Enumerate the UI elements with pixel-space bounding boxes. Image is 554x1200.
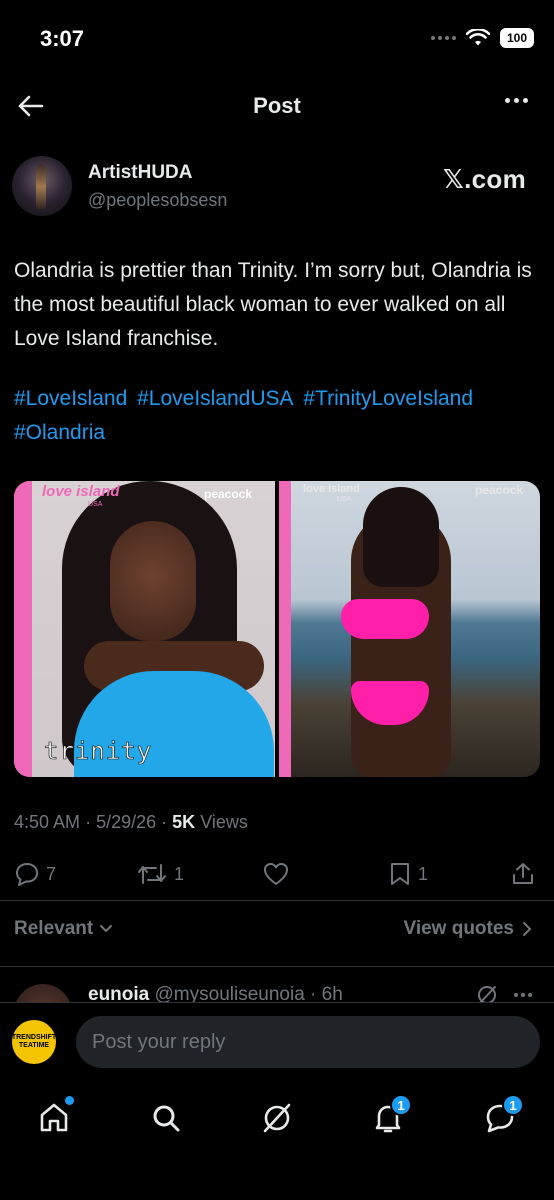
love-island-logo: love island (42, 483, 120, 500)
page-title: Post (253, 93, 301, 118)
chevron-right-icon (523, 922, 532, 936)
post-time: 4:50 AM (14, 812, 81, 832)
peacock-logo: peacock (204, 487, 253, 501)
heart-icon (264, 863, 288, 885)
bookmark-icon (391, 863, 409, 885)
reply-count: 7 (46, 863, 57, 884)
grok-icon (263, 1103, 291, 1133)
comment-icon (16, 863, 38, 886)
battery-icon: 100 (500, 28, 534, 48)
nav-messages[interactable]: 1 (476, 1094, 524, 1142)
post-meta: 4:50 AM · 5/29/26 · 5K Views (14, 812, 248, 832)
home-unread-dot (65, 1096, 74, 1105)
chevron-down-icon (100, 925, 113, 933)
view-quotes-label: View quotes (403, 918, 514, 939)
hashtag-list: #LoveIsland #LoveIslandUSA #TrinityLoveI… (14, 382, 544, 450)
x-com-watermark: 𝕏.com (442, 164, 526, 194)
author-avatar[interactable] (12, 156, 72, 216)
image-caption: trinity (44, 737, 153, 766)
post-image-trinity[interactable]: love island USA peacock trinity (14, 481, 275, 777)
divider (0, 966, 554, 967)
bottom-nav: 1 1 (0, 1080, 554, 1200)
love-island-logo: love island (303, 483, 360, 495)
sort-relevant-dropdown[interactable]: Relevant (14, 918, 113, 940)
divider (0, 900, 554, 901)
nav-home[interactable] (30, 1094, 78, 1142)
hashtag-link[interactable]: #LoveIsland (14, 387, 127, 410)
author-name[interactable]: ArtistHUDA (88, 162, 193, 184)
view-quotes-link[interactable]: View quotes (403, 918, 532, 940)
hashtag-link[interactable]: #TrinityLoveIsland (303, 387, 473, 410)
author-handle[interactable]: @peoplesobsesn (88, 190, 227, 211)
love-island-logo-sub: USA (337, 496, 352, 503)
nav-notifications[interactable]: 1 (364, 1094, 412, 1142)
post-date: 5/29/26 (96, 812, 157, 832)
messages-badge: 1 (502, 1094, 524, 1116)
sort-label: Relevant (14, 918, 94, 939)
search-icon (153, 1105, 180, 1132)
my-avatar[interactable]: TRENDSHIFT TEATIME (12, 1020, 56, 1064)
reply-button[interactable]: 7 (14, 852, 56, 896)
repost-count: 1 (174, 863, 185, 884)
hashtag-link[interactable]: #LoveIslandUSA (137, 387, 293, 410)
action-bar: 7 1 1 (0, 852, 554, 896)
views-count: 5K (172, 812, 196, 832)
more-options-button[interactable] (505, 98, 528, 103)
share-icon (513, 863, 533, 884)
bookmark-count: 1 (418, 863, 429, 884)
home-icon (40, 1103, 68, 1132)
bookmark-button[interactable]: 1 (388, 852, 428, 896)
notifications-badge: 1 (390, 1094, 412, 1116)
love-island-logo-sub: USA (88, 501, 103, 508)
nav-grok[interactable] (253, 1094, 301, 1142)
more-icon[interactable] (514, 993, 532, 997)
views-label: Views (200, 812, 248, 832)
reply-input[interactable] (76, 1016, 540, 1068)
repost-icon (138, 864, 166, 884)
nav-search[interactable] (142, 1094, 190, 1142)
status-time: 3:07 (40, 26, 85, 51)
wifi-icon (466, 29, 490, 46)
post-text: Olandria is prettier than Trinity. I’m s… (14, 259, 532, 350)
repost-button[interactable]: 1 (136, 852, 184, 896)
like-button[interactable] (262, 852, 296, 896)
peacock-logo: peacock (475, 483, 524, 497)
status-icons: 100 (431, 28, 534, 48)
hashtag-link[interactable]: #Olandria (14, 421, 105, 444)
signal-icon (431, 36, 456, 40)
post-image-olandria[interactable]: love island USA peacock (279, 481, 540, 777)
post-media: love island USA peacock trinity love isl… (14, 481, 540, 777)
share-button[interactable] (510, 852, 536, 896)
